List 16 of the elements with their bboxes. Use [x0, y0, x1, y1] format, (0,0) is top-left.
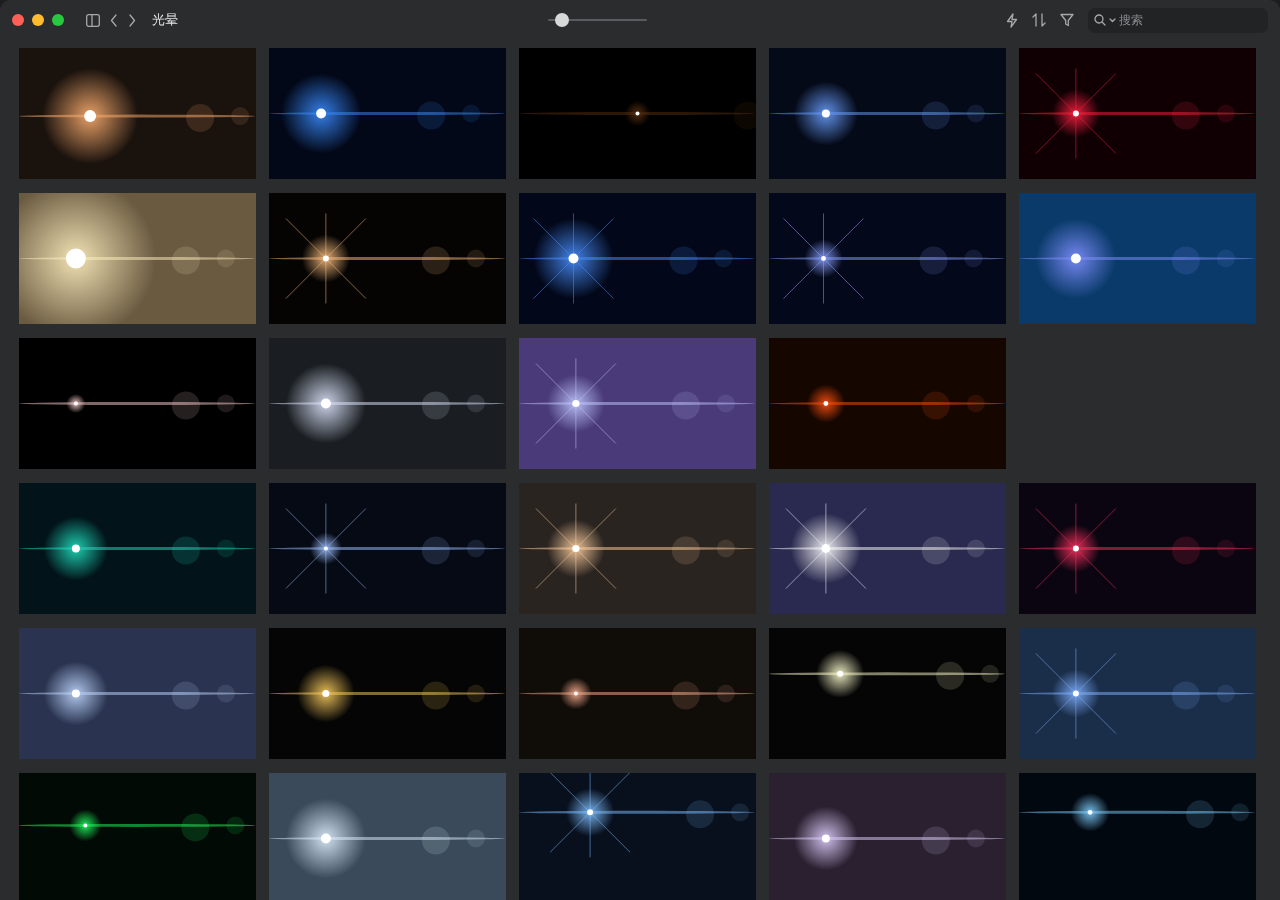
- lightning-icon[interactable]: [1006, 12, 1018, 28]
- zoom-slider[interactable]: [548, 13, 647, 27]
- zoom-button[interactable]: [52, 14, 64, 26]
- slider-thumb[interactable]: [554, 13, 569, 27]
- minimize-button[interactable]: [32, 14, 44, 26]
- window-title: 光晕: [152, 11, 178, 29]
- chevron-down-icon[interactable]: [1109, 17, 1116, 23]
- search-field[interactable]: 搜索: [1119, 11, 1259, 29]
- filter-icon[interactable]: [1060, 13, 1074, 27]
- forward-icon[interactable]: [128, 13, 136, 27]
- sidebar-toggle-icon[interactable]: [86, 13, 100, 27]
- back-icon[interactable]: [110, 13, 118, 27]
- search-bar[interactable]: 搜索: [1088, 7, 1268, 33]
- sort-icon[interactable]: [1032, 13, 1046, 27]
- close-button[interactable]: [12, 14, 24, 26]
- search-icon: [1094, 14, 1106, 26]
